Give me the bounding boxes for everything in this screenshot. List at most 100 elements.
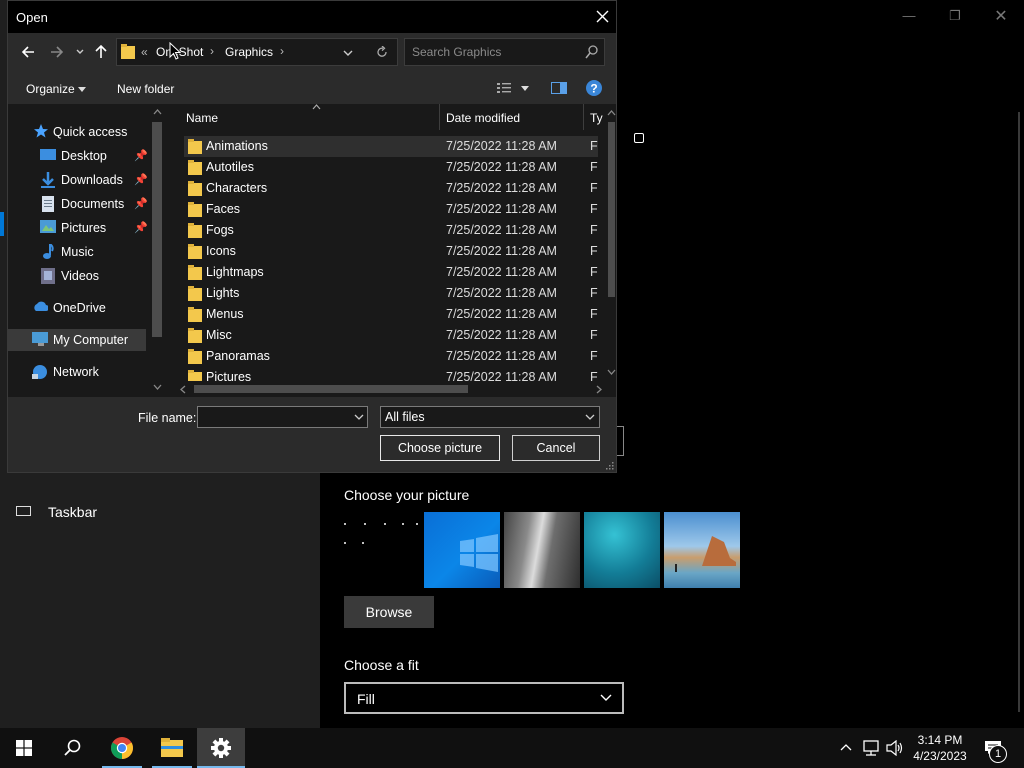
clock[interactable]: 3:14 PM 4/23/2023 [908,732,972,764]
file-row-menus[interactable]: Menus 7/25/2022 11:28 AM Fi [184,304,598,325]
search-input[interactable]: Search Graphics [404,38,605,66]
browse-button[interactable]: Browse [344,596,434,628]
show-hidden-icons-chevron-icon[interactable] [840,743,852,751]
chevron-down-icon[interactable] [354,414,364,421]
preview-pane-icon[interactable] [551,82,567,94]
nav-documents[interactable]: Documents 📌 [8,193,156,215]
breadcrumb-overflow[interactable]: « [141,45,148,59]
file-row-autotiles[interactable]: Autotiles 7/25/2022 11:28 AM Fi [184,157,598,178]
search-icon[interactable] [585,45,598,59]
view-options-icon[interactable] [497,82,511,94]
picture-thumb-beach[interactable] [664,512,740,588]
close-window-button[interactable]: ✕ [990,6,1012,25]
mouse-cursor-icon [169,42,181,60]
minimize-button[interactable]: — [898,8,920,24]
file-name-input[interactable] [197,406,368,428]
nav-downloads[interactable]: Downloads 📌 [8,169,156,191]
vertical-scrollbar-thumb[interactable] [608,122,615,297]
file-date: 7/25/2022 11:28 AM [446,160,557,174]
file-row-pictures[interactable]: Pictures 7/25/2022 11:28 AM Fi [184,367,598,381]
notification-badge: 1 [989,745,1007,763]
column-divider[interactable] [439,104,440,130]
address-dropdown-chevron-icon[interactable] [343,49,353,57]
maximize-button[interactable]: ❐ [944,8,966,24]
cancel-button[interactable]: Cancel [512,435,600,461]
nav-scrollbar[interactable] [149,104,166,397]
nav-onedrive[interactable]: OneDrive [8,297,156,319]
scroll-up-icon[interactable] [607,110,616,116]
picture-thumb-rock[interactable] [504,512,580,588]
network-icon [32,365,47,379]
settings-taskbar-button[interactable] [197,728,245,768]
recent-locations-chevron-icon[interactable] [76,48,84,56]
fit-dropdown[interactable]: Fill [344,682,624,714]
help-icon[interactable]: ? [586,80,602,96]
address-bar[interactable]: « OneShot › Graphics › [116,38,398,66]
column-header-type[interactable]: Ty [590,111,603,125]
search-button[interactable] [48,728,96,768]
file-name: Menus [206,307,244,321]
up-arrow-icon[interactable] [94,44,108,59]
placeholder-dots-icon [344,523,418,544]
picture-thumb-windows[interactable] [424,512,500,588]
clock-time: 3:14 PM [917,733,963,747]
horizontal-scrollbar-thumb[interactable] [194,385,468,393]
notification-count: 1 [994,748,1002,760]
scroll-left-icon[interactable] [180,385,186,394]
scroll-down-icon[interactable] [153,384,162,390]
picture-thumb-underwater[interactable] [584,512,660,588]
file-row-characters[interactable]: Characters 7/25/2022 11:28 AM Fi [184,178,598,199]
file-row-faces[interactable]: Faces 7/25/2022 11:28 AM Fi [184,199,598,220]
refresh-icon[interactable] [376,46,388,59]
organize-button[interactable]: Organize [26,82,96,98]
volume-icon[interactable] [886,740,904,756]
back-arrow-icon[interactable] [21,45,35,59]
nav-music[interactable]: Music [8,241,156,263]
nav-scrollbar-thumb[interactable] [152,122,162,337]
empty-picture-slot[interactable] [344,512,420,588]
file-explorer-taskbar-button[interactable] [148,728,196,768]
search-placeholder: Search Graphics [412,45,502,59]
scroll-down-icon[interactable] [607,369,616,375]
scroll-up-icon[interactable] [153,109,162,115]
settings-scrollbar[interactable] [1018,112,1020,712]
chrome-taskbar-button[interactable] [98,728,146,768]
dialog-close-icon[interactable] [596,10,609,23]
file-list-horizontal-scrollbar[interactable] [166,381,607,397]
breadcrumb-item-graphics[interactable]: Graphics [225,45,273,59]
sidebar-item-taskbar[interactable]: Taskbar [16,503,296,523]
file-row-icons[interactable]: Icons 7/25/2022 11:28 AM Fi [184,241,598,262]
column-divider[interactable] [583,104,584,130]
nav-network[interactable]: Network [8,361,156,383]
choose-picture-button[interactable]: Choose picture [380,435,500,461]
file-row-animations[interactable]: Animations 7/25/2022 11:28 AM Fi [184,136,598,157]
nav-quick-access[interactable]: Quick access [8,121,156,143]
sidebar-selection-indicator [0,212,4,236]
nav-my-computer[interactable]: My Computer [8,329,146,351]
nav-desktop[interactable]: Desktop 📌 [8,145,156,167]
file-row-panoramas[interactable]: Panoramas 7/25/2022 11:28 AM Fi [184,346,598,367]
resize-grip-icon[interactable] [605,461,614,470]
view-options-caret-icon[interactable] [521,86,529,92]
file-row-lights[interactable]: Lights 7/25/2022 11:28 AM Fi [184,283,598,304]
file-row-fogs[interactable]: Fogs 7/25/2022 11:28 AM Fi [184,220,598,241]
network-status-icon[interactable] [862,740,880,756]
file-type-filter[interactable]: All files [380,406,600,428]
column-header-name[interactable]: Name [186,111,218,125]
nav-pictures[interactable]: Pictures 📌 [8,217,156,239]
file-row-misc[interactable]: Misc 7/25/2022 11:28 AM Fi [184,325,598,346]
column-header-date[interactable]: Date modified [446,111,520,125]
start-button[interactable] [0,728,48,768]
scroll-right-icon[interactable] [596,385,602,394]
forward-arrow-icon[interactable] [50,45,64,59]
organize-label: Organize [26,82,75,96]
choose-picture-heading: Choose your picture [344,487,470,503]
nav-videos[interactable]: Videos [8,265,156,287]
file-row-lightmaps[interactable]: Lightmaps 7/25/2022 11:28 AM Fi [184,262,598,283]
file-date: 7/25/2022 11:28 AM [446,181,557,195]
file-list-vertical-scrollbar[interactable] [607,104,616,381]
new-folder-button[interactable]: New folder [117,82,174,96]
breadcrumb-separator: › [210,44,214,58]
action-center-button[interactable]: 1 [980,728,1016,768]
nav-network-label: Network [53,365,99,379]
